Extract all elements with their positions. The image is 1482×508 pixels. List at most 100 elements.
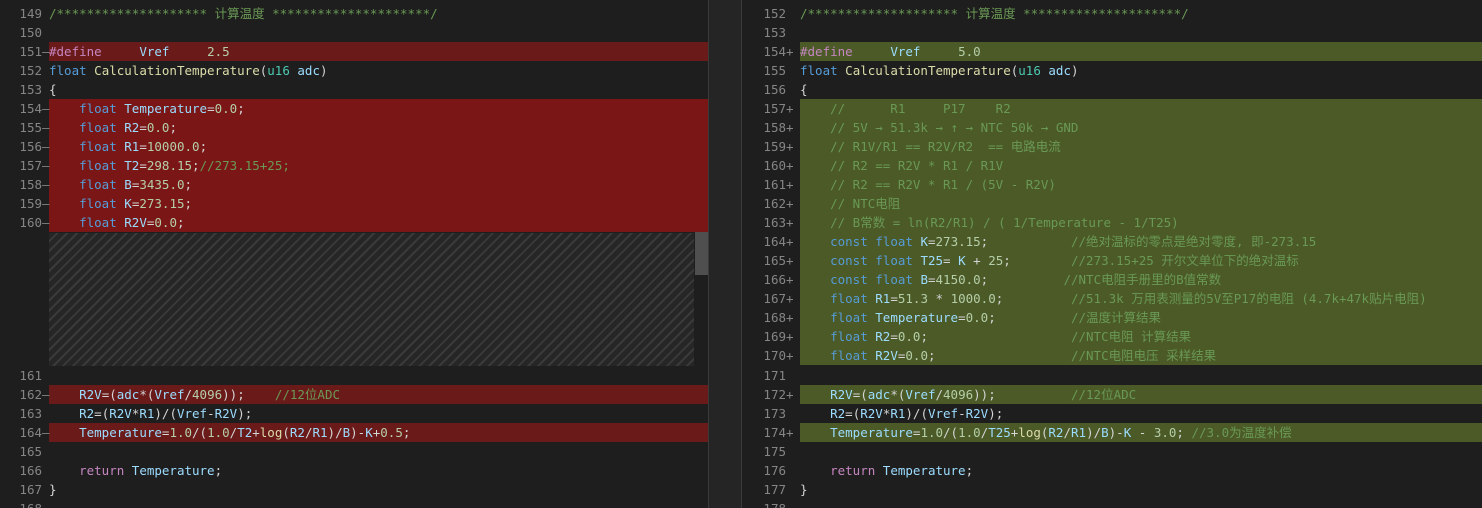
- code-line[interactable]: 164— Temperature=1.0/(1.0/T2+log(R2/R1)/…: [0, 423, 708, 442]
- code-line[interactable]: 149 /******************** 计算温度 **********…: [0, 4, 708, 23]
- code-token: 4150.0: [935, 272, 981, 287]
- code-line[interactable]: 159— float K=273.15;: [0, 194, 708, 213]
- line-number: 171: [763, 368, 786, 383]
- code-line[interactable]: 159 + // R1V/R1 == R2V/R2 == 电路电流: [742, 137, 1482, 156]
- code-token: const: [830, 234, 868, 249]
- code-token: float: [830, 291, 868, 306]
- line-number: 167: [763, 291, 786, 306]
- code-line[interactable]: 156— float R1=10000.0;: [0, 137, 708, 156]
- code-line[interactable]: 171: [742, 366, 1482, 385]
- line-number: 165: [19, 444, 42, 459]
- code-line[interactable]: 174 + Temperature=1.0/(1.0/T25+log(R2/R1)…: [742, 423, 1482, 442]
- code-token: R2: [124, 120, 140, 135]
- code-line[interactable]: 158— float B=3435.0;: [0, 175, 708, 194]
- code-token: //12位ADC: [1070, 387, 1137, 402]
- code-line[interactable]: 150: [0, 23, 708, 42]
- code-token: /(: [943, 425, 959, 440]
- code-line[interactable]: 167 + float R1=51.3 * 1000.0; //51.3k 万用表…: [742, 289, 1482, 308]
- code-token: // R2 == R2V * R1 / (5V - R2V): [800, 177, 1056, 192]
- code-line[interactable]: 152 float CalculationTemperature(u16 adc): [0, 61, 708, 80]
- code-line[interactable]: 173 R2=(R2V*R1)/(Vref-R2V);: [742, 404, 1482, 423]
- code-line[interactable]: 168: [0, 499, 708, 508]
- code-line[interactable]: 162— R2V=(adc*(Vref/4096)); //12位ADC: [0, 385, 708, 404]
- code-line[interactable]: 160 + // R2 == R2V * R1 / R1V: [742, 156, 1482, 175]
- code-line[interactable]: 165 + const float T25= K + 25; //273.15+2…: [742, 251, 1482, 270]
- line-number: 161: [763, 177, 786, 192]
- code-token: Temperature: [875, 310, 959, 325]
- code-line[interactable]: 178: [742, 499, 1482, 508]
- pane-divider[interactable]: [708, 0, 742, 508]
- line-number: 153: [19, 82, 42, 97]
- code-token: // R1V/R1 == R2V/R2 == 电路电流: [800, 139, 1061, 154]
- code-line[interactable]: 154 + #define Vref 5.0: [742, 42, 1482, 61]
- code-token: float: [49, 63, 87, 78]
- code-line[interactable]: 154— float Temperature=0.0;: [0, 99, 708, 118]
- line-number: 161: [19, 368, 42, 383]
- code-line[interactable]: 169 + float R2=0.0; //NTC电阻 计算结果: [742, 327, 1482, 346]
- code-token: ;: [169, 120, 177, 135]
- diff-marker: +: [786, 387, 794, 402]
- line-number: 167: [19, 482, 42, 497]
- code-line[interactable]: 161 + // R2 == R2V * R1 / (5V - R2V): [742, 175, 1482, 194]
- code-text: float R2V=0.0; //NTC电阻电压 采样结果: [800, 346, 1216, 365]
- code-line[interactable]: 170 + float R2V=0.0; //NTC电阻电压 采样结果: [742, 346, 1482, 365]
- code-token: u16: [1018, 63, 1041, 78]
- code-token: 0.0: [154, 215, 177, 230]
- code-line[interactable]: 177}: [742, 480, 1482, 499]
- code-line[interactable]: 163 + // B常数 = ln(R2/R1) / ( 1/Temperatur…: [742, 213, 1482, 232]
- code-token: )-: [350, 425, 366, 440]
- code-line[interactable]: 155— float R2=0.0;: [0, 118, 708, 137]
- code-token: (: [282, 425, 290, 440]
- line-number: 152: [19, 63, 42, 78]
- code-line[interactable]: 165: [0, 442, 708, 461]
- code-token: 1.0: [169, 425, 193, 440]
- modified-pane[interactable]: 152 /******************** 计算温度 **********…: [742, 0, 1482, 508]
- code-token: 273.15: [935, 234, 981, 249]
- line-number: 174: [763, 425, 786, 440]
- code-token: B: [124, 177, 132, 192]
- code-line[interactable]: 151— #define Vref 2.5: [0, 42, 708, 61]
- line-number: 175: [763, 444, 786, 459]
- code-token: 0.0: [214, 101, 238, 116]
- code-token: const: [830, 272, 868, 287]
- diff-marker: +: [786, 329, 794, 344]
- line-number: 153: [763, 25, 786, 40]
- code-token: ;: [927, 348, 1071, 363]
- code-line[interactable]: 156 {: [742, 80, 1482, 99]
- code-line[interactable]: 161: [0, 366, 708, 385]
- code-line[interactable]: 163 R2=(R2V*R1)/(Vref-R2V);: [0, 404, 708, 423]
- code-token: /******************** 计算温度 *************…: [49, 6, 438, 21]
- code-line[interactable]: 155 float CalculationTemperature(u16 adc): [742, 61, 1482, 80]
- code-token: float: [830, 348, 868, 363]
- code-line[interactable]: 157— float T2=298.15;//273.15+25;: [0, 156, 708, 175]
- code-token: float: [830, 310, 868, 325]
- code-line[interactable]: 172 + R2V=(adc*(Vref/4096)); //12位ADC: [742, 385, 1482, 404]
- code-line[interactable]: 153: [742, 23, 1482, 42]
- code-line[interactable]: 164 + const float K=273.15; //绝对温标的零点是绝对零…: [742, 232, 1482, 251]
- code-line[interactable]: 166 return Temperature;: [0, 461, 708, 480]
- code-text: /******************** 计算温度 *************…: [800, 4, 1189, 23]
- line-number: 159: [763, 139, 786, 154]
- code-line[interactable]: 175: [742, 442, 1482, 461]
- code-line[interactable]: 168 + float Temperature=0.0; //温度计算结果: [742, 308, 1482, 327]
- code-line[interactable]: 160— float R2V=0.0;: [0, 213, 708, 232]
- code-line[interactable]: 158 + // 5V → 51.3k → ↑ → NTC 50k → GND: [742, 118, 1482, 137]
- code-text: return Temperature;: [800, 461, 973, 480]
- code-token: -: [958, 406, 966, 421]
- code-line[interactable]: 162 + // NTC电阻: [742, 194, 1482, 213]
- code-line[interactable]: 153 {: [0, 80, 708, 99]
- code-line[interactable]: 176 return Temperature;: [742, 461, 1482, 480]
- code-line[interactable]: 167}: [0, 480, 708, 499]
- code-line[interactable]: 152 /******************** 计算温度 **********…: [742, 4, 1482, 23]
- diff-marker: +: [786, 272, 794, 287]
- code-line[interactable]: 166 + const float B=4150.0; //NTC电阻手册里的B值…: [742, 270, 1482, 289]
- code-token: float: [79, 101, 117, 116]
- original-pane[interactable]: 149 /******************** 计算温度 **********…: [0, 0, 708, 508]
- code-line[interactable]: 157 + // R1 P17 R2: [742, 99, 1482, 118]
